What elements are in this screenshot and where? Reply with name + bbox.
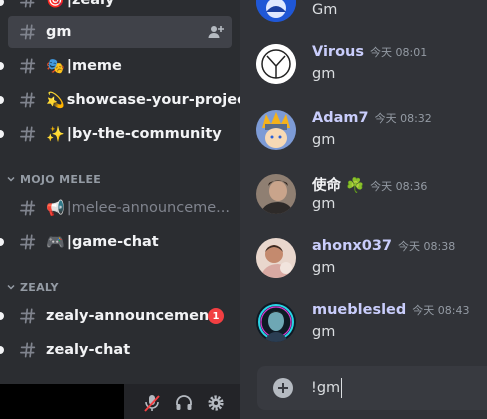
message-text: gm <box>312 132 336 148</box>
channel-zealy-partial[interactable]: 🎯 |zealy <box>8 0 232 16</box>
username[interactable]: ahonx037 今天 08:38 <box>312 238 455 254</box>
user-info-redacted <box>0 384 124 419</box>
message-text: gm <box>312 324 336 340</box>
timestamp: 今天 08:43 <box>412 304 470 317</box>
discord-app: 🎯 |zealy gm 🎭 |meme 💫 showcase-your-proj… <box>0 0 487 419</box>
mute-mic-icon[interactable] <box>141 392 163 414</box>
channel-zealy-announcement[interactable]: zealy-announcement 1 <box>8 300 232 332</box>
channel-label: |by-the-community <box>66 126 222 142</box>
headphones-icon[interactable] <box>173 392 195 414</box>
channel-emoji: ✨ <box>46 125 65 143</box>
category-mojo-melee[interactable]: MOJO MELEE <box>6 171 101 187</box>
channel-emoji: 🎮 <box>46 233 65 251</box>
channel-label: gm <box>46 24 72 40</box>
message-text: gm <box>312 260 336 276</box>
mention-badge: 1 <box>208 308 224 324</box>
channel-label: zealy-announcement <box>46 308 217 324</box>
message: Adam7 今天 08:32 gm <box>256 110 487 154</box>
message-text: gm <box>312 66 336 82</box>
username[interactable]: Virous 今天 08:01 <box>312 44 427 60</box>
timestamp: 今天 08:36 <box>370 180 428 193</box>
message: ahonx037 今天 08:38 gm <box>256 238 487 282</box>
channel-emoji: 🎭 <box>46 57 65 75</box>
unread-indicator <box>0 346 4 354</box>
message-composer[interactable]: !gm <box>257 366 487 410</box>
channel-label: |zealy <box>66 0 115 8</box>
message: 使命 ☘️ 今天 08:36 gm <box>256 174 487 218</box>
category-zealy[interactable]: ZEALY <box>6 279 59 295</box>
channel-label: showcase-your-project <box>66 92 240 108</box>
channel-game-chat[interactable]: 🎮 |game-chat <box>8 226 232 258</box>
plus-icon[interactable] <box>273 378 293 398</box>
avatar[interactable] <box>256 110 296 150</box>
channel-label: zealy-chat <box>46 342 131 358</box>
unread-indicator <box>0 238 4 246</box>
hash-icon <box>18 340 38 360</box>
channel-gm[interactable]: gm <box>8 16 232 48</box>
username-text: 使命 <box>312 178 341 194</box>
chevron-down-icon <box>7 176 15 182</box>
channel-meme[interactable]: 🎭 |meme <box>8 50 232 82</box>
category-label: MOJO MELEE <box>20 172 102 186</box>
chevron-down-icon <box>7 284 15 290</box>
username[interactable]: 使命 ☘️ 今天 08:36 <box>312 174 427 195</box>
username-text: mueblesled <box>312 302 407 318</box>
hash-icon <box>18 0 38 10</box>
channel-label: |game-chat <box>66 234 159 250</box>
unread-indicator <box>0 312 4 320</box>
message: Gm <box>256 0 487 26</box>
username[interactable]: mueblesled 今天 08:43 <box>312 302 469 318</box>
avatar[interactable] <box>256 302 296 342</box>
channel-emoji: 💫 <box>46 91 65 109</box>
avatar[interactable] <box>256 44 296 84</box>
hash-icon <box>18 306 38 326</box>
channel-label: |melee-announceme... <box>66 200 231 216</box>
user-panel <box>0 384 240 419</box>
unread-indicator <box>0 62 4 70</box>
settings-gear-icon[interactable] <box>205 392 227 414</box>
message: Virous 今天 08:01 gm <box>256 44 487 88</box>
channel-sidebar: 🎯 |zealy gm 🎭 |meme 💫 showcase-your-proj… <box>0 0 240 419</box>
hash-icon <box>18 198 38 218</box>
channel-emoji: 🎯 <box>46 0 65 9</box>
message-text: Gm <box>312 2 338 18</box>
hash-icon <box>18 124 38 144</box>
chat-panel: Gm Virous 今天 08:01 gm Adam7 今天 08:32 gm … <box>240 0 487 419</box>
username-text: Adam7 <box>312 110 369 126</box>
message-input[interactable]: !gm <box>311 378 343 398</box>
unread-indicator <box>0 130 4 138</box>
channel-by-the-community[interactable]: ✨ |by-the-community <box>8 118 232 150</box>
message-text: gm <box>312 196 336 212</box>
username-text: Virous <box>312 44 365 60</box>
timestamp: 今天 08:01 <box>370 46 428 59</box>
username-emoji: ☘️ <box>346 178 365 194</box>
hash-icon <box>18 232 38 252</box>
channel-emoji: 📢 <box>46 199 65 217</box>
channel-zealy-chat[interactable]: zealy-chat <box>8 334 232 366</box>
timestamp: 今天 08:32 <box>374 112 432 125</box>
hash-icon <box>18 22 38 42</box>
username-text: ahonx037 <box>312 238 393 254</box>
channel-melee-announcements[interactable]: 📢 |melee-announceme... <box>8 192 232 224</box>
channel-label: |meme <box>66 58 122 74</box>
avatar[interactable] <box>256 0 296 22</box>
message: mueblesled 今天 08:43 gm <box>256 302 487 346</box>
username[interactable]: Adam7 今天 08:32 <box>312 110 432 126</box>
channel-showcase-your-project[interactable]: 💫 showcase-your-project <box>8 84 240 116</box>
timestamp: 今天 08:38 <box>398 240 456 253</box>
category-label: ZEALY <box>20 280 59 294</box>
unread-indicator <box>0 0 4 6</box>
add-member-icon[interactable] <box>208 24 224 40</box>
unread-indicator <box>0 96 4 104</box>
hash-icon <box>18 90 38 110</box>
avatar[interactable] <box>256 238 296 278</box>
hash-icon <box>18 56 38 76</box>
avatar[interactable] <box>256 174 296 214</box>
